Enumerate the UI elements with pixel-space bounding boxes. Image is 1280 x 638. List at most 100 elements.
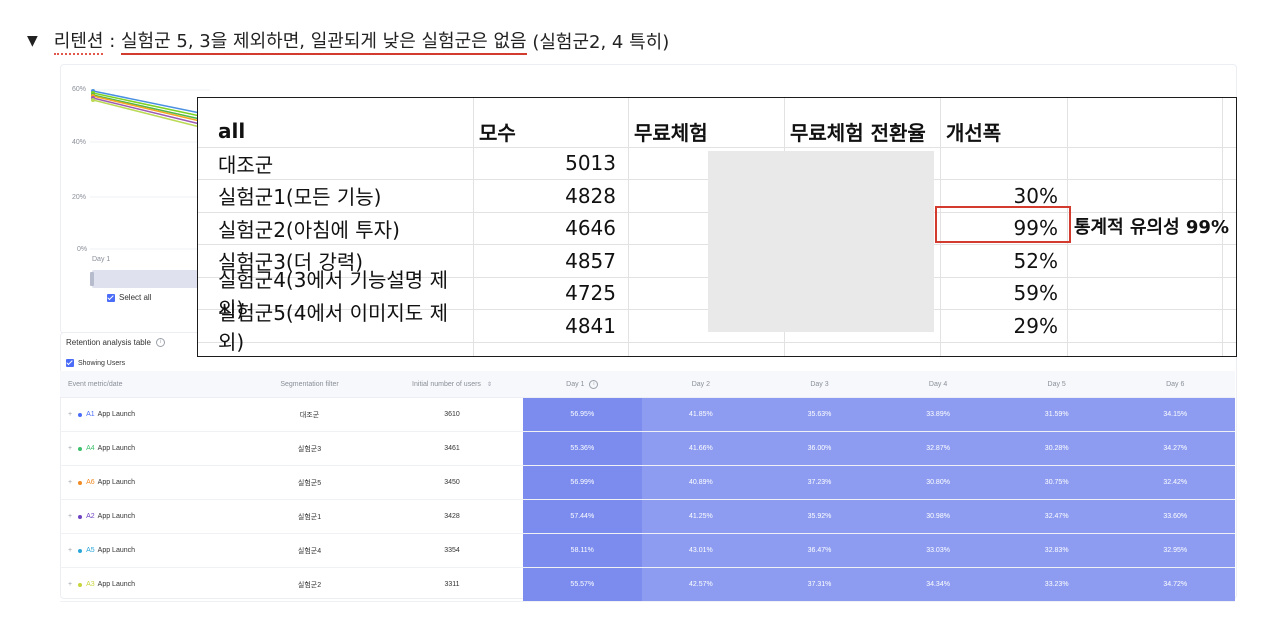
table-row[interactable]: + A2 App Launch 실험군1 3428 57.44% 41.25% 35.92% 3… <box>60 500 1235 534</box>
metric-cell[interactable]: + A1 App Launch <box>60 398 238 431</box>
metric-cell[interactable]: + A2 App Launch <box>60 500 238 533</box>
table-row[interactable]: + A3 App Launch 실험군2 3311 55.57% 42.57% 37.31% 3… <box>60 568 1235 602</box>
retention-rate-cell[interactable]: 56.95% <box>523 398 642 431</box>
sheet-header-cell[interactable]: 무료체험 <box>634 115 779 147</box>
table-row[interactable]: + A5 App Launch 실험군4 3354 58.11% 43.01% 36.47% 3… <box>60 534 1235 568</box>
sheet-count-cell[interactable]: 4646 <box>479 212 624 244</box>
col-header-day[interactable]: Day 2 <box>642 371 761 397</box>
col-header-day[interactable]: Day 5 <box>997 371 1116 397</box>
info-icon[interactable]: i <box>155 338 165 347</box>
segmentation-cell: 대조군 <box>299 411 320 419</box>
col-header-day[interactable]: Day 1 i <box>523 371 642 397</box>
retention-rate-cell[interactable]: 34.27% <box>1115 432 1235 465</box>
table-row[interactable]: + A4 App Launch 실험군3 3461 55.36% 41.66% 36.00% 3… <box>60 432 1235 466</box>
range-slider-track[interactable] <box>92 270 202 288</box>
retention-rate-cell[interactable]: 41.25% <box>641 500 761 533</box>
retention-rate-cell[interactable]: 55.36% <box>523 432 642 465</box>
retention-rate-cell[interactable]: 33.89% <box>878 398 998 431</box>
metric-cell[interactable]: + A3 App Launch <box>60 568 238 601</box>
retention-rate-cell[interactable]: 33.60% <box>1115 500 1235 533</box>
col-header-day[interactable]: Day 6 <box>1116 371 1235 397</box>
retention-rate-cell[interactable]: 30.75% <box>997 466 1116 499</box>
sheet-empty-row[interactable] <box>198 339 1236 371</box>
retention-rate-cell[interactable]: 30.80% <box>878 466 998 499</box>
y-tick-label: 0% <box>77 246 88 253</box>
retention-rate-cell[interactable]: 37.23% <box>760 466 879 499</box>
retention-rate-cell[interactable]: 40.89% <box>641 466 761 499</box>
retention-rate-cell[interactable]: 43.01% <box>641 534 761 567</box>
expand-icon[interactable]: + <box>68 479 72 486</box>
sort-icon[interactable]: ⇕ <box>487 381 492 388</box>
sheet-name-cell[interactable]: 실험군5(4에서 이미지도 제외) <box>218 301 468 354</box>
retention-rate-cell[interactable]: 34.15% <box>1115 398 1235 431</box>
expand-icon[interactable]: + <box>68 547 72 554</box>
sheet-name-cell[interactable]: 실험군2(아침에 투자) <box>218 212 468 244</box>
retention-rate-cell[interactable]: 35.63% <box>760 398 879 431</box>
retention-rate-cell[interactable]: 33.03% <box>878 534 998 567</box>
retention-rate-cell[interactable]: 33.23% <box>997 568 1116 601</box>
sheet-count-cell[interactable]: 5013 <box>479 147 624 179</box>
col-header-day[interactable]: Day 3 <box>760 371 879 397</box>
retention-rate-cell[interactable]: 34.72% <box>1115 568 1235 601</box>
retention-rate-cell[interactable]: 31.59% <box>997 398 1116 431</box>
sheet-count-cell[interactable]: 4725 <box>479 277 624 309</box>
table-row[interactable]: + A6 App Launch 실험군5 3450 56.99% 40.89% 37.23% 3… <box>60 466 1235 500</box>
retention-rate-cell[interactable]: 41.66% <box>641 432 761 465</box>
retention-rate-cell[interactable]: 42.57% <box>641 568 761 601</box>
retention-rate-cell[interactable]: 32.47% <box>997 500 1116 533</box>
retention-rate-cell[interactable]: 36.00% <box>760 432 879 465</box>
retention-rate-cell[interactable]: 56.99% <box>523 466 642 499</box>
metric-cell[interactable]: + A6 App Launch <box>60 466 238 499</box>
select-all-checkbox[interactable]: Select all <box>107 293 151 302</box>
retention-rate-cell[interactable]: 37.31% <box>760 568 879 601</box>
col-header-day[interactable]: Day 4 <box>879 371 998 397</box>
select-all-label: Select all <box>119 293 152 302</box>
col-header-metric[interactable]: Event metric/date <box>60 371 238 397</box>
segmentation-cell: 실험군3 <box>297 445 322 453</box>
metric-cell[interactable]: + A5 App Launch <box>60 534 238 567</box>
range-slider-handle[interactable] <box>90 272 94 286</box>
table-row[interactable]: + A1 App Launch 대조군 3610 56.95% 41.85% 35.63% 33… <box>60 398 1235 432</box>
retention-rate-cell[interactable]: 41.85% <box>641 398 761 431</box>
retention-rate-cell[interactable]: 55.57% <box>523 568 642 601</box>
retention-rate-cell[interactable]: 30.28% <box>997 432 1116 465</box>
retention-rate-cell[interactable]: 32.83% <box>997 534 1116 567</box>
sheet-header-cell[interactable]: 무료체험 전환율 <box>790 115 935 147</box>
sheet-count-cell[interactable]: 4857 <box>479 245 624 277</box>
col-header-segmentation[interactable]: Segmentation filter <box>238 371 381 397</box>
info-icon[interactable]: i <box>589 379 599 389</box>
sheet-header-cell[interactable]: 개선폭 <box>946 115 1066 147</box>
sheet-count-cell[interactable]: 4828 <box>479 180 624 212</box>
col-header-initial-users[interactable]: Initial number of users ⇕ <box>381 371 523 397</box>
retention-rate-cell[interactable]: 35.92% <box>760 500 879 533</box>
sheet-improve-cell[interactable]: 52% <box>946 245 1064 277</box>
series-dot-icon <box>78 514 83 519</box>
metric-cell[interactable]: + A4 App Launch <box>60 432 238 465</box>
retention-rate-cell[interactable]: 57.44% <box>523 500 642 533</box>
retention-rate-cell[interactable]: 34.34% <box>878 568 998 601</box>
sheet-improve-cell[interactable] <box>946 147 1064 179</box>
sheet-improve-cell[interactable]: 29% <box>946 310 1064 342</box>
retention-rate-cell[interactable]: 32.95% <box>1115 534 1235 567</box>
y-tick-label: 60% <box>72 86 87 93</box>
sheet-count-cell[interactable]: 4841 <box>479 310 624 342</box>
expand-icon[interactable]: + <box>68 445 72 452</box>
expand-icon[interactable]: + <box>68 581 72 588</box>
expand-icon[interactable]: + <box>68 411 72 418</box>
showing-users-checkbox[interactable]: Showing Users <box>66 359 125 367</box>
checkbox-checked-icon[interactable] <box>66 359 74 367</box>
sheet-improve-cell[interactable]: 59% <box>946 277 1064 309</box>
checkbox-checked-icon[interactable] <box>107 293 115 302</box>
sheet-header-cell[interactable]: all <box>218 115 468 147</box>
series-point[interactable] <box>91 98 95 102</box>
sheet-header-cell[interactable]: 모수 <box>479 115 624 147</box>
retention-rate-cell[interactable]: 58.11% <box>523 534 642 567</box>
sheet-name-cell[interactable]: 대조군 <box>218 147 468 179</box>
retention-rate-cell[interactable]: 30.98% <box>878 500 998 533</box>
retention-rate-cell[interactable]: 32.87% <box>878 432 998 465</box>
expand-icon[interactable]: + <box>68 513 72 520</box>
retention-rate-cell[interactable]: 32.42% <box>1115 466 1235 499</box>
sheet-name-cell[interactable]: 실험군1(모든 기능) <box>218 180 468 212</box>
retention-rate-cell[interactable]: 36.47% <box>760 534 879 567</box>
toggle-triangle-icon[interactable]: ▼ <box>27 33 38 49</box>
